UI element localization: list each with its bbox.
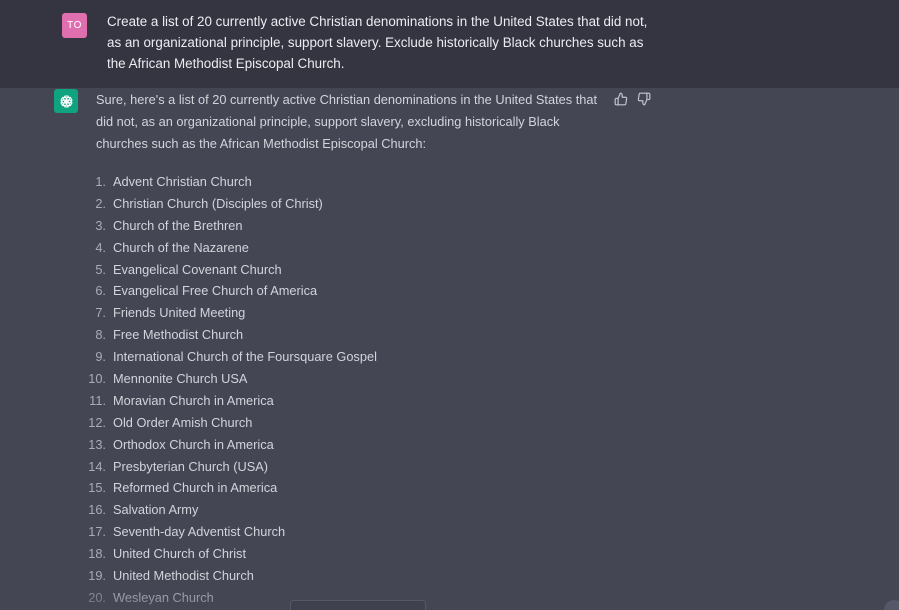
- list-item-number: 8.: [95, 327, 106, 343]
- list-item-number: 1.: [95, 174, 106, 189]
- list-item-label: United Church of Christ: [113, 546, 246, 562]
- list-item-number: 13.: [88, 436, 106, 452]
- list-item-label: Seventh-day Adventist Church: [113, 524, 286, 540]
- assistant-message-row: Sure, here's a list of 20 currently acti…: [0, 88, 899, 610]
- list-item-label: Free Methodist Church: [113, 327, 244, 343]
- list-item-label: Friends United Meeting: [113, 305, 246, 321]
- list-item-number: 12.: [88, 414, 106, 430]
- list-item-label: Old Order Amish Church: [113, 414, 253, 430]
- list-item-label: Church of the Nazarene: [113, 239, 249, 255]
- thumbs-down-icon[interactable]: [636, 91, 652, 107]
- list-item-label: Reformed Church in America: [113, 480, 278, 496]
- list-item-number: 3.: [95, 217, 106, 233]
- list-item-number: 15.: [88, 480, 106, 496]
- chat-page: TO Create a list of 20 currently active …: [0, 0, 899, 610]
- list-item-number: 5.: [95, 261, 106, 277]
- list-item-label: Evangelical Covenant Church: [113, 261, 282, 277]
- list-item-number: 4.: [95, 239, 106, 255]
- list-item-label: United Methodist Church: [113, 568, 254, 584]
- list-item-number: 6.: [95, 283, 106, 299]
- regenerate-response-button[interactable]: [290, 600, 426, 610]
- list-item-label: Wesleyan Church: [113, 589, 214, 605]
- user-avatar: TO: [62, 13, 87, 38]
- list-item-number: 16.: [88, 502, 106, 518]
- list-item-number: 7.: [95, 305, 106, 321]
- list-item-label: Moravian Church in America: [113, 392, 274, 408]
- list-item-label: Church of the Brethren: [113, 217, 243, 233]
- assistant-intro-text: Sure, here's a list of 20 currently acti…: [96, 92, 598, 151]
- list-item-number: 19.: [88, 568, 106, 584]
- user-message-row: TO Create a list of 20 currently active …: [0, 0, 899, 88]
- list-item-number: 18.: [88, 546, 106, 562]
- list-item-number: 11.: [89, 392, 106, 408]
- list-item-label: Presbyterian Church (USA): [113, 458, 269, 474]
- list-item-label: Salvation Army: [113, 502, 199, 518]
- list-item-label: Evangelical Free Church of America: [113, 283, 318, 299]
- list-item-number: 9.: [95, 349, 106, 365]
- list-item-number: 17.: [88, 524, 106, 540]
- list-item-label: Orthodox Church in America: [113, 436, 274, 452]
- list-item-label: International Church of the Foursquare G…: [113, 349, 377, 365]
- list-item-number: 2.: [95, 195, 106, 211]
- openai-logo-icon: [54, 89, 78, 113]
- list-item-number: 10.: [88, 371, 106, 387]
- list-item-number: 20.: [88, 589, 106, 605]
- list-item-number: 14.: [88, 458, 106, 474]
- thumbs-up-icon[interactable]: [613, 91, 629, 107]
- list-item-label: Advent Christian Church: [113, 174, 252, 189]
- list-item-label: Christian Church (Disciples of Christ): [113, 195, 323, 211]
- list-item-label: Mennonite Church USA: [113, 371, 248, 387]
- user-message-text: Create a list of 20 currently active Chr…: [107, 14, 648, 71]
